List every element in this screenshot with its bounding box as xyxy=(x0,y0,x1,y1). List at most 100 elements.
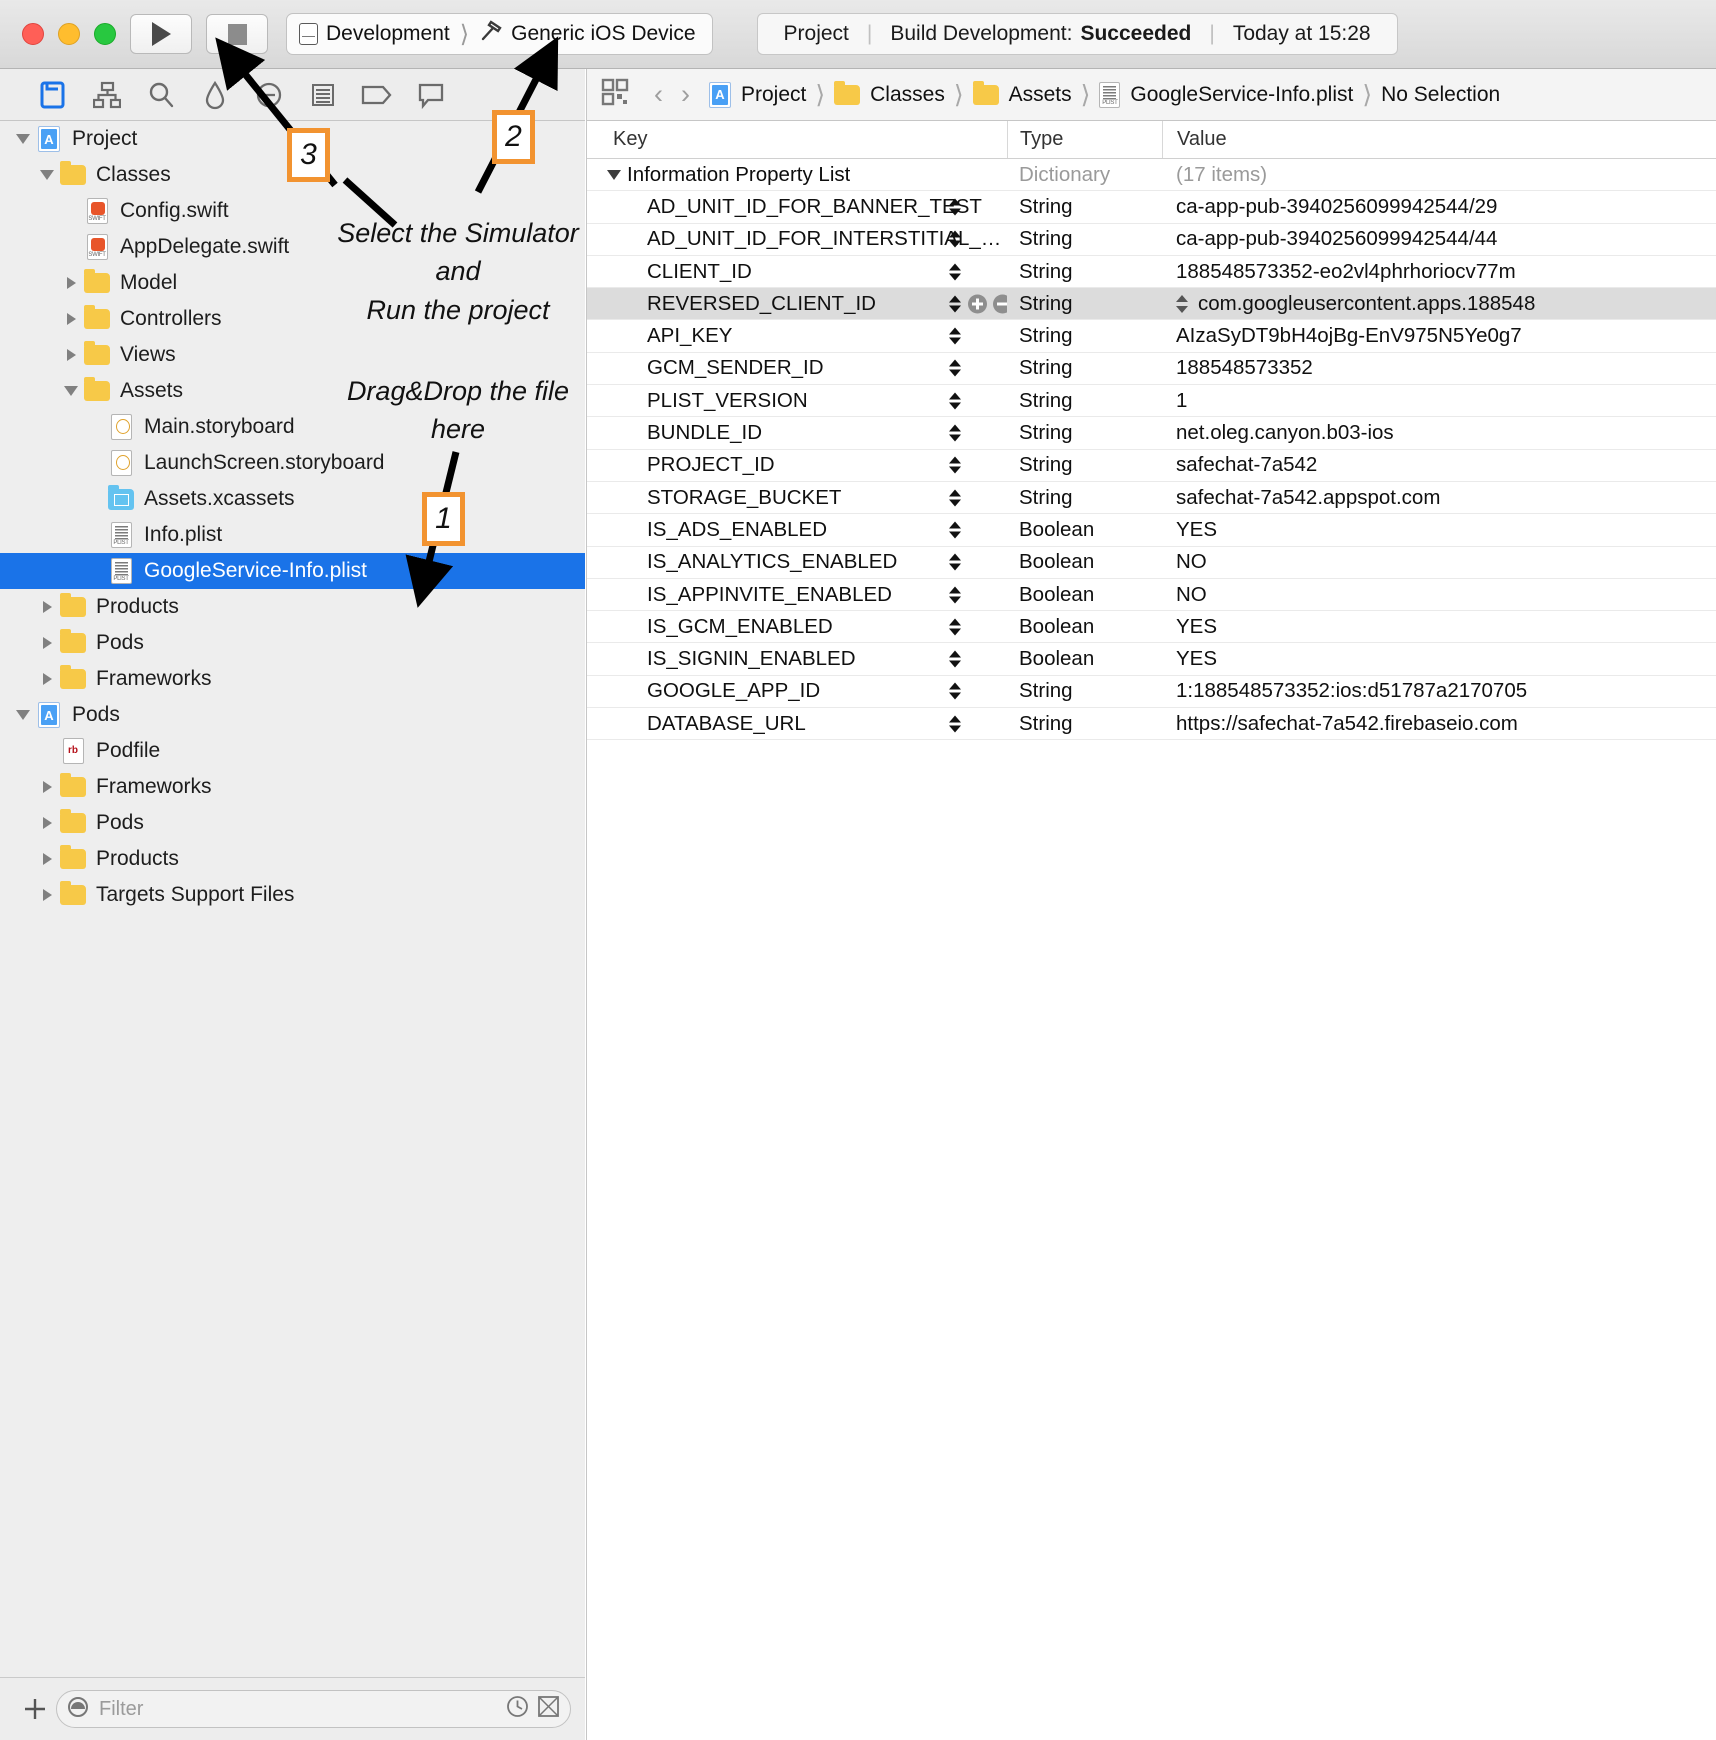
plist-type-cell[interactable]: String xyxy=(1007,356,1162,380)
plist-value-cell[interactable]: NO xyxy=(1162,583,1716,607)
plist-type-cell[interactable]: Boolean xyxy=(1007,518,1162,542)
plist-row[interactable]: IS_SIGNIN_ENABLED Boolean YES xyxy=(587,643,1716,676)
go-back-button[interactable]: ‹ xyxy=(654,79,663,110)
plist-key-cell[interactable]: IS_APPINVITE_ENABLED xyxy=(587,583,1007,607)
plist-key-cell[interactable]: IS_ANALYTICS_ENABLED xyxy=(587,550,1007,574)
plist-row[interactable]: GCM_SENDER_ID String 188548573352 xyxy=(587,353,1716,386)
plist-key-cell[interactable]: BUNDLE_ID xyxy=(587,421,1007,445)
disclosure-open-icon[interactable] xyxy=(60,373,82,409)
plist-value-cell[interactable]: safechat-7a542 xyxy=(1162,453,1716,477)
plist-row[interactable]: API_KEY String AIzaSyDT9bH4ojBg-EnV975N5Ye… xyxy=(587,320,1716,353)
disclosure-closed-icon[interactable] xyxy=(60,265,82,301)
disclosure-closed-icon[interactable] xyxy=(36,589,58,625)
row-stepper[interactable] xyxy=(949,682,961,700)
sidebar-item-targets-support-files[interactable]: Targets Support Files xyxy=(0,877,585,913)
plist-row[interactable]: GOOGLE_APP_ID String 1:188548573352:ios:d5… xyxy=(587,676,1716,709)
plist-value-cell[interactable]: https://safechat-7a542.firebaseio.com xyxy=(1162,712,1716,736)
filter-input[interactable]: Filter xyxy=(56,1690,571,1728)
disclosure-closed-icon[interactable] xyxy=(36,625,58,661)
plist-type-cell[interactable]: String xyxy=(1007,712,1162,736)
sidebar-item-info-plist[interactable]: PLIST Info.plist xyxy=(0,517,585,553)
source-control-navigator-icon[interactable] xyxy=(80,81,134,109)
go-forward-button[interactable]: › xyxy=(681,79,690,110)
plist-key-cell[interactable]: IS_SIGNIN_ENABLED xyxy=(587,647,1007,671)
plist-type-cell[interactable]: String xyxy=(1007,260,1162,284)
row-stepper[interactable] xyxy=(949,263,961,281)
add-remove-buttons[interactable] xyxy=(968,294,1007,314)
project-navigator-icon[interactable] xyxy=(26,80,80,110)
sidebar-item-pods[interactable]: Pods xyxy=(0,805,585,841)
column-header-value[interactable]: Value xyxy=(1162,121,1716,158)
plist-key-cell[interactable]: Information Property List xyxy=(587,163,1007,187)
plist-value-cell[interactable]: com.googleusercontent.apps.188548 xyxy=(1162,292,1716,316)
plist-row[interactable]: CLIENT_ID String 188548573352-eo2vl4phrhor… xyxy=(587,256,1716,289)
disclosure-closed-icon[interactable] xyxy=(36,661,58,697)
plist-row[interactable]: IS_APPINVITE_ENABLED Boolean NO xyxy=(587,579,1716,612)
disclosure-open-icon[interactable] xyxy=(36,157,58,193)
clock-icon[interactable] xyxy=(506,1695,529,1723)
sidebar-item-assets-xcassets[interactable]: Assets.xcassets xyxy=(0,481,585,517)
disclosure-open-icon[interactable] xyxy=(12,697,34,733)
editor-jump-bar[interactable]: ‹ › Project ⟩ Classes ⟩ Assets ⟩ PLIST G… xyxy=(586,69,1716,121)
plist-type-cell[interactable]: Boolean xyxy=(1007,647,1162,671)
debug-navigator-icon[interactable] xyxy=(296,81,350,109)
breadcrumb-assets[interactable]: Assets xyxy=(972,80,1072,107)
plist-type-cell[interactable]: String xyxy=(1007,486,1162,510)
add-item-button[interactable] xyxy=(14,1696,56,1722)
value-stepper[interactable] xyxy=(1176,295,1188,314)
plist-value-cell[interactable]: ca-app-pub-3940256099942544/44 xyxy=(1162,227,1716,251)
breadcrumb-classes[interactable]: Classes xyxy=(834,80,945,107)
disclosure-closed-icon[interactable] xyxy=(36,805,58,841)
plist-row[interactable]: IS_ADS_ENABLED Boolean YES xyxy=(587,514,1716,547)
add-row-icon[interactable] xyxy=(968,294,987,314)
plist-editor[interactable]: Key Type Value Information Property List… xyxy=(586,121,1716,1740)
plist-row[interactable]: DATABASE_URL String https://safechat-7a542… xyxy=(587,708,1716,741)
plist-value-cell[interactable]: safechat-7a542.appspot.com xyxy=(1162,486,1716,510)
plist-key-cell[interactable]: REVERSED_CLIENT_ID xyxy=(587,292,1007,316)
sidebar-item-products[interactable]: Products xyxy=(0,841,585,877)
plist-value-cell[interactable]: 188548573352 xyxy=(1162,356,1716,380)
plist-key-cell[interactable]: GOOGLE_APP_ID xyxy=(587,679,1007,703)
plist-row[interactable]: AD_UNIT_ID_FOR_BANNER_TEST String ca-app-p… xyxy=(587,191,1716,224)
issue-navigator-icon[interactable] xyxy=(188,80,242,110)
plist-row[interactable]: PROJECT_ID String safechat-7a542 xyxy=(587,450,1716,482)
plist-row[interactable]: REVERSED_CLIENT_ID String com.googleuserco… xyxy=(587,288,1716,321)
breadcrumb-file[interactable]: PLIST GoogleService-Info.plist xyxy=(1099,81,1353,108)
row-stepper[interactable] xyxy=(949,230,961,248)
plist-type-cell[interactable]: Boolean xyxy=(1007,615,1162,639)
row-stepper[interactable] xyxy=(949,456,961,474)
plist-type-cell[interactable]: Dictionary xyxy=(1007,163,1162,187)
row-stepper[interactable] xyxy=(949,586,961,603)
plist-value-cell[interactable]: YES xyxy=(1162,615,1716,639)
plist-row[interactable]: Information Property List Dictionary (17 i… xyxy=(587,159,1716,192)
row-stepper[interactable] xyxy=(949,327,961,345)
sidebar-item-frameworks[interactable]: Frameworks xyxy=(0,769,585,805)
plist-key-cell[interactable]: AD_UNIT_ID_FOR_BANNER_TEST xyxy=(587,195,1007,219)
row-stepper[interactable] xyxy=(949,359,961,377)
plist-type-cell[interactable]: Boolean xyxy=(1007,550,1162,574)
plist-type-cell[interactable]: String xyxy=(1007,389,1162,413)
close-window-button[interactable] xyxy=(22,23,44,45)
row-stepper[interactable] xyxy=(949,489,961,507)
breadcrumb-project[interactable]: Project xyxy=(709,81,806,108)
sidebar-item-views[interactable]: Views xyxy=(0,337,585,373)
plist-value-cell[interactable]: 1 xyxy=(1162,389,1716,413)
disclosure-closed-icon[interactable] xyxy=(60,337,82,373)
plist-row[interactable]: PLIST_VERSION String 1 xyxy=(587,385,1716,418)
row-stepper[interactable] xyxy=(949,198,961,216)
plist-value-cell[interactable]: 1:188548573352:ios:d51787a2170705 xyxy=(1162,679,1716,703)
breakpoint-navigator-icon[interactable] xyxy=(350,83,404,107)
plist-table-body[interactable]: Information Property List Dictionary (17 i… xyxy=(587,159,1716,741)
sidebar-item-frameworks[interactable]: Frameworks xyxy=(0,661,585,697)
plist-value-cell[interactable]: AIzaSyDT9bH4ojBg-EnV975N5Ye0g7 xyxy=(1162,324,1716,348)
sidebar-item-launchscreen-storyboard[interactable]: LaunchScreen.storyboard xyxy=(0,445,585,481)
stop-button[interactable] xyxy=(206,14,268,54)
row-stepper[interactable] xyxy=(949,392,961,410)
disclosure-closed-icon[interactable] xyxy=(36,841,58,877)
plist-key-cell[interactable]: DATABASE_URL xyxy=(587,712,1007,736)
plist-value-cell[interactable]: (17 items) xyxy=(1162,163,1716,187)
plist-row[interactable]: IS_ANALYTICS_ENABLED Boolean NO xyxy=(587,547,1716,579)
plist-key-cell[interactable]: PLIST_VERSION xyxy=(587,389,1007,413)
plist-row[interactable]: BUNDLE_ID String net.oleg.canyon.b03-ios xyxy=(587,417,1716,450)
plist-key-cell[interactable]: AD_UNIT_ID_FOR_INTERSTITIAL_T… xyxy=(587,227,1007,251)
